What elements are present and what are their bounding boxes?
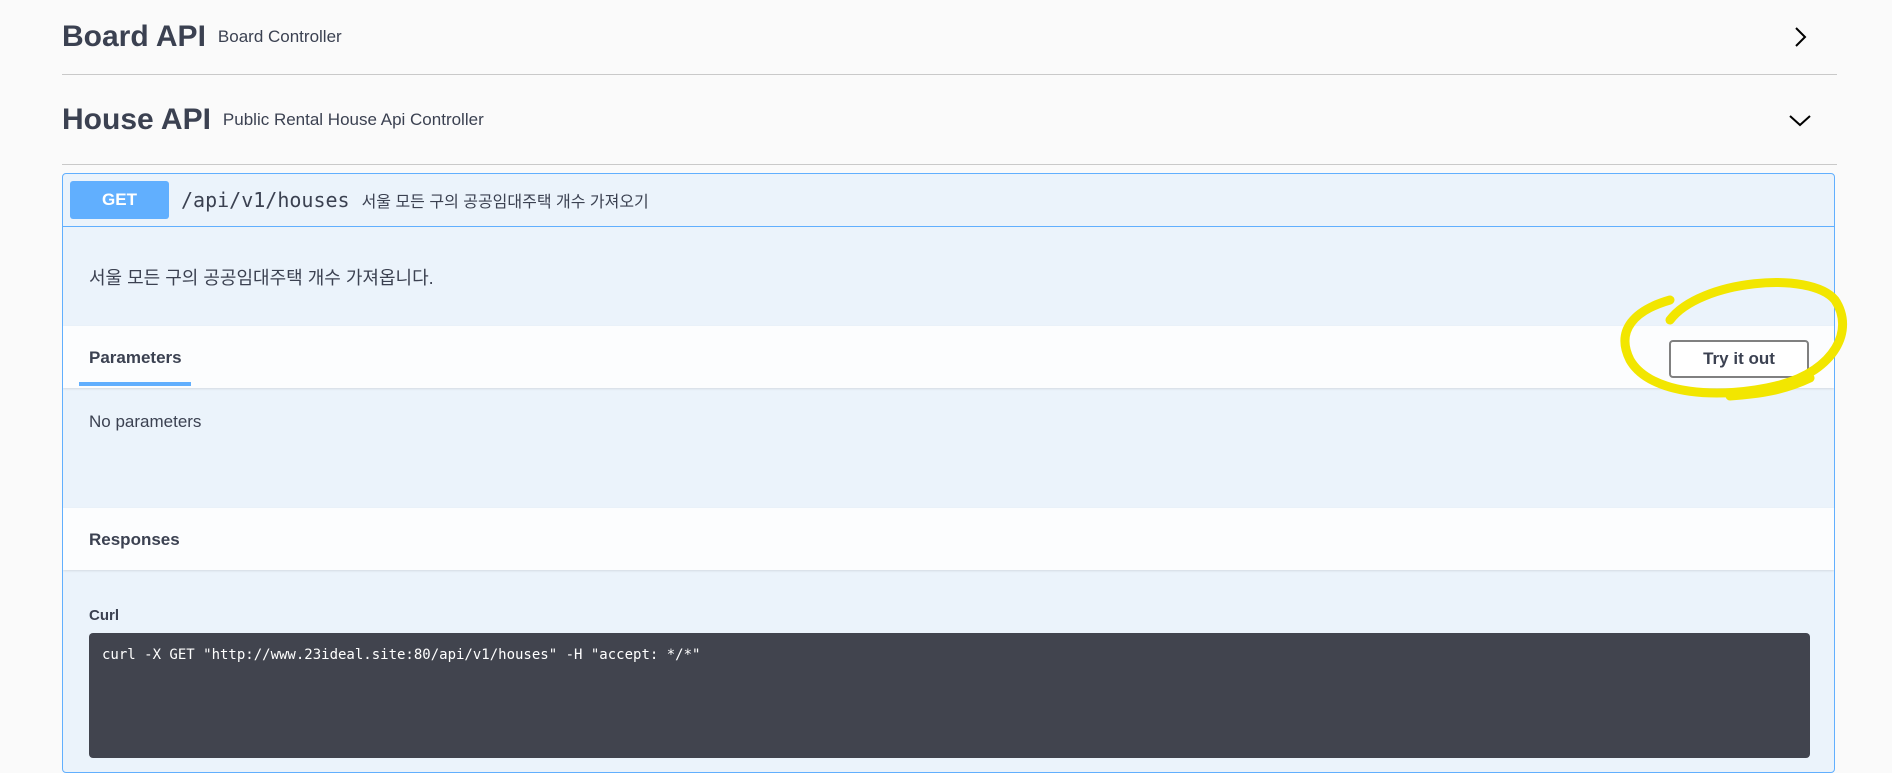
tag-description: Board Controller (217, 27, 342, 46)
operation-summary-text: 서울 모든 구의 공공임대주택 개수 가져오기 (361, 194, 649, 211)
tab-parameters[interactable]: Parameters (89, 348, 182, 368)
tag-description: Public Rental House Api Controller (222, 109, 484, 129)
tag-house-api[interactable]: House API Public Rental House Api Contro… (62, 75, 1837, 165)
curl-label: Curl (89, 607, 119, 624)
operation-summary[interactable]: GET /api/v1/houses 서울 모든 구의 공공임대주택 개수 가져… (63, 174, 1834, 227)
operation-block: GET /api/v1/houses 서울 모든 구의 공공임대주택 개수 가져… (62, 173, 1835, 773)
try-it-out-button[interactable]: Try it out (1669, 340, 1809, 378)
chevron-right-icon[interactable] (1788, 25, 1812, 49)
operation-path: /api/v1/houses (181, 188, 350, 212)
parameters-header: Parameters Try it out (63, 326, 1834, 388)
responses-title: Responses (89, 530, 180, 549)
no-parameters-text: No parameters (89, 412, 202, 431)
chevron-down-icon[interactable] (1788, 108, 1812, 132)
curl-command[interactable]: curl -X GET "http://www.23ideal.site:80/… (89, 633, 1810, 758)
operation-description: 서울 모든 구의 공공임대주택 개수 가져옵니다. (89, 268, 434, 288)
tag-title: Board API (62, 20, 206, 53)
tag-title: House API (62, 102, 211, 136)
tag-board-api[interactable]: Board API Board Controller (62, 0, 1837, 75)
method-badge: GET (70, 181, 169, 219)
responses-header: Responses (63, 508, 1834, 570)
tab-active-indicator (79, 382, 191, 386)
